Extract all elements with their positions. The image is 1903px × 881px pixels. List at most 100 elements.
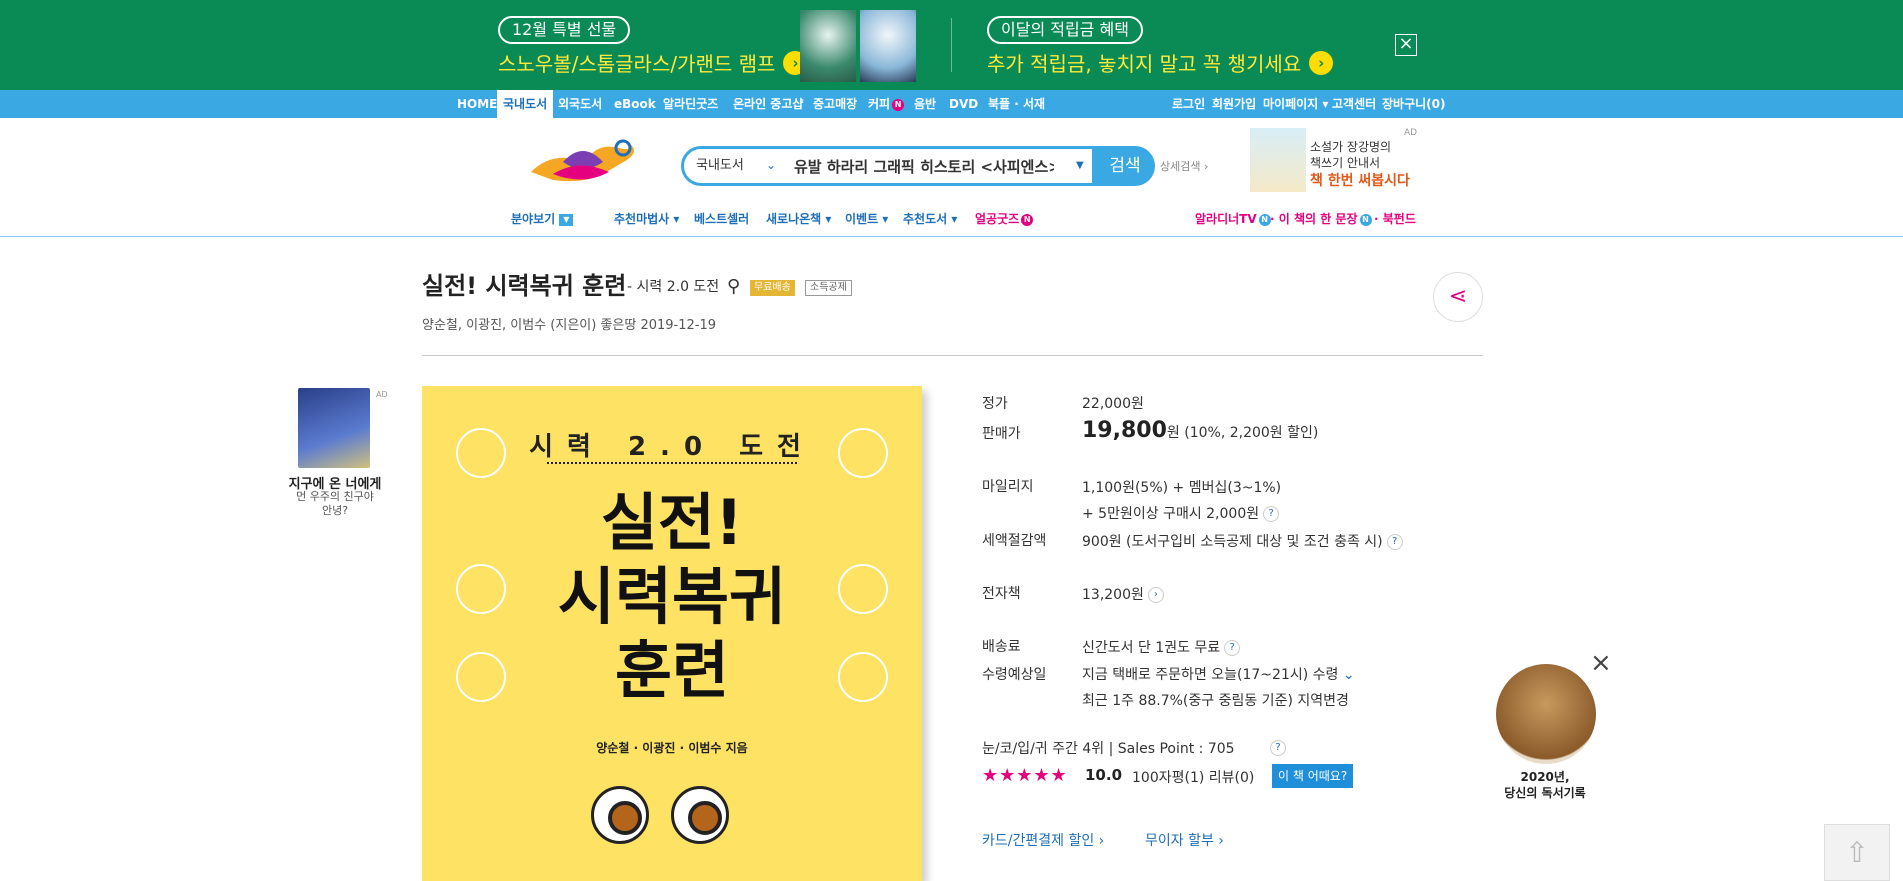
- star-rating-icon: ★★★★★: [982, 765, 1068, 786]
- mileage-line2-text: + 5만원이상 구매시 2,000원: [1082, 506, 1260, 522]
- aladin-logo[interactable]: [523, 132, 643, 192]
- reading-record-image[interactable]: [1496, 664, 1596, 764]
- left-ad-subtitle: 먼 우주의 친구야 안녕?: [260, 490, 410, 518]
- banner-right-pill[interactable]: 이달의 적립금 혜택: [987, 16, 1143, 44]
- shipping-label: 배송료: [982, 639, 1021, 655]
- chevron-down-icon[interactable]: ⌄: [766, 149, 776, 181]
- global-nav: HOME 국내도서 외국도서 eBook 알라딘굿즈 온라인 중고샵 중고매장 …: [0, 90, 1903, 118]
- book-meta[interactable]: 양순철, 이광진, 이범수 (지은이) 좋은땅 2019-12-19: [422, 314, 716, 333]
- banner-left-link[interactable]: 스노우볼/스톰글라스/가랜드 램프 ›: [498, 48, 808, 77]
- reading-record-text[interactable]: 2020년, 당신의 독서기록: [1480, 769, 1610, 801]
- submenu-events[interactable]: 이벤트 ▾: [845, 210, 888, 227]
- close-icon[interactable]: ×: [1590, 648, 1612, 678]
- nav-signup[interactable]: 회원가입: [1212, 90, 1256, 118]
- eta-line2[interactable]: 최근 1주 88.7%(중구 중림동 기준) 지역변경: [1082, 690, 1349, 710]
- submenu-goods[interactable]: 얼공굿즈 N: [975, 210, 1034, 227]
- cover-dotted-line: [547, 462, 797, 464]
- card-discount-link[interactable]: 카드/간편결제 할인 ›: [982, 830, 1104, 850]
- left-ad-book-image[interactable]: [298, 388, 370, 468]
- shipping-value-text: 신간도서 단 1권도 무료: [1082, 640, 1221, 656]
- help-icon[interactable]: ?: [1224, 640, 1241, 656]
- submenu-one-sentence[interactable]: · 이 책의 한 문장 N: [1270, 210, 1372, 227]
- snowglobe-image: [800, 10, 856, 82]
- left-ad-tag: AD: [376, 390, 388, 399]
- rating-score: 10.0: [1085, 766, 1123, 784]
- search-icon[interactable]: ⚲: [727, 276, 740, 297]
- share-icon[interactable]: ⋖: [1433, 272, 1483, 322]
- help-icon[interactable]: ?: [1263, 506, 1280, 522]
- banner-right-link[interactable]: 추가 적립금, 놓치지 말고 꼭 챙기세요 ›: [987, 48, 1334, 77]
- nav-used-store[interactable]: 중고매장: [813, 90, 857, 118]
- reading-record-line2: 당신의 독서기록: [1504, 786, 1586, 800]
- nav-music[interactable]: 음반: [914, 90, 936, 118]
- header-ad[interactable]: 소설가 장강명의 책쓰기 안내서 책 한번 써봅시다 AD: [1250, 128, 1417, 192]
- how-is-book-button[interactable]: 이 책 어때요?: [1272, 764, 1354, 788]
- submenu-one-sentence-label: · 이 책의 한 문장: [1270, 212, 1358, 226]
- chevron-down-icon[interactable]: ⌄: [1343, 667, 1355, 683]
- submenu-goods-label: 얼공굿즈: [975, 212, 1020, 226]
- sale-price-unit: 원: [1166, 425, 1180, 441]
- chevron-right-icon[interactable]: ›: [1147, 587, 1164, 603]
- sale-price: 19,800원 (10%, 2,200원 할인): [1082, 418, 1318, 443]
- submenu-aladiner-tv[interactable]: 알라디너TV N: [1195, 210, 1271, 227]
- ebook-label: 전자책: [982, 586, 1021, 602]
- help-icon[interactable]: ?: [1270, 740, 1286, 756]
- scroll-to-top-icon[interactable]: ⇧: [1824, 824, 1890, 881]
- free-shipping-badge: 무료배송: [750, 280, 795, 296]
- submenu-recommended[interactable]: 추천도서 ▾: [903, 210, 957, 227]
- nav-foreign-books[interactable]: 외국도서: [558, 90, 602, 118]
- ebook-value[interactable]: 13,200원 ›: [1082, 584, 1164, 604]
- glasses-icon: [838, 652, 888, 702]
- detail-search-link[interactable]: 상세검색 ›: [1160, 158, 1208, 174]
- sale-discount: (10%, 2,200원 할인): [1184, 425, 1319, 441]
- new-badge-icon: N: [1258, 213, 1271, 226]
- banner-left-pill[interactable]: 12월 특별 선물: [498, 16, 631, 44]
- left-ad-sub1: 먼 우주의 친구야: [296, 490, 374, 503]
- category-browse[interactable]: 분야보기 ▼: [511, 210, 574, 227]
- eta-line1-text: 지금 택배로 주문하면 오늘(17~21시) 수령: [1082, 667, 1339, 683]
- tax-deduction-badge: 소득공제: [805, 280, 852, 296]
- submenu-bestseller[interactable]: 베스트셀러: [694, 210, 749, 227]
- sales-rank[interactable]: 눈/코/입/귀 주간 4위 | Sales Point : 705: [982, 738, 1235, 758]
- help-icon[interactable]: ?: [1386, 534, 1403, 550]
- nav-ebook[interactable]: eBook: [614, 90, 656, 118]
- shipping-value: 신간도서 단 1권도 무료?: [1082, 637, 1241, 657]
- nav-used-online[interactable]: 온라인 중고샵: [733, 90, 803, 118]
- submenu-aladiner-tv-label: 알라디너TV: [1195, 212, 1257, 226]
- nav-home[interactable]: HOME: [457, 90, 497, 118]
- book-cover[interactable]: 시력 2.0 도전 실전! 시력복귀 훈련 양순철 · 이광진 · 이범수 지음: [422, 386, 922, 881]
- ad-tag: AD: [1404, 128, 1418, 138]
- submenu-new-books[interactable]: 새로나온책 ▾: [766, 210, 831, 227]
- nav-cart[interactable]: 장바구니(0): [1382, 90, 1445, 118]
- review-counts[interactable]: 100자평(1) 리뷰(0): [1132, 767, 1254, 787]
- ebook-price: 13,200원: [1082, 587, 1144, 603]
- nav-korean-books[interactable]: 국내도서: [497, 90, 554, 118]
- installment-link[interactable]: 무이자 할부 ›: [1145, 830, 1224, 850]
- nav-login[interactable]: 로그인: [1172, 90, 1205, 118]
- submenu-bookfund[interactable]: · 북펀드: [1374, 210, 1416, 227]
- search-category-select[interactable]: 국내도서: [696, 149, 744, 183]
- nav-customer-center[interactable]: 고객센터: [1332, 90, 1376, 118]
- search-button[interactable]: 검색: [1095, 146, 1155, 186]
- tax-label: 세액절감액: [982, 533, 1047, 549]
- submenu-recommend-wizard[interactable]: 추천마법사 ▾: [614, 210, 679, 227]
- new-badge-icon: N: [1359, 213, 1372, 226]
- reading-record-line1: 2020년,: [1520, 770, 1570, 784]
- nav-mypage[interactable]: 마이페이지 ▾: [1263, 90, 1328, 118]
- cover-line1: 실전!: [600, 486, 744, 559]
- target-icon: [838, 564, 888, 614]
- cartoon-eye-icon: [671, 786, 729, 844]
- nav-dvd[interactable]: DVD: [949, 90, 978, 118]
- search-input[interactable]: [794, 154, 1054, 178]
- left-ad-sub2: 안녕?: [321, 504, 349, 517]
- cover-authors: 양순철 · 이광진 · 이범수 지음: [596, 741, 748, 755]
- ear-icon: [456, 564, 506, 614]
- top-promo-banner: 12월 특별 선물 스노우볼/스톰글라스/가랜드 램프 › 이달의 적립금 혜택…: [0, 0, 1903, 90]
- nav-goods[interactable]: 알라딘굿즈: [663, 90, 718, 118]
- dropdown-triangle-icon[interactable]: ▼: [1076, 149, 1084, 183]
- list-price-label: 정가: [982, 396, 1008, 412]
- nav-coffee[interactable]: 커피 N: [868, 90, 905, 118]
- ad-line2: 책쓰기 안내서: [1310, 156, 1381, 170]
- nav-bookple[interactable]: 북플 · 서재: [988, 90, 1045, 118]
- close-icon[interactable]: ×: [1395, 34, 1417, 56]
